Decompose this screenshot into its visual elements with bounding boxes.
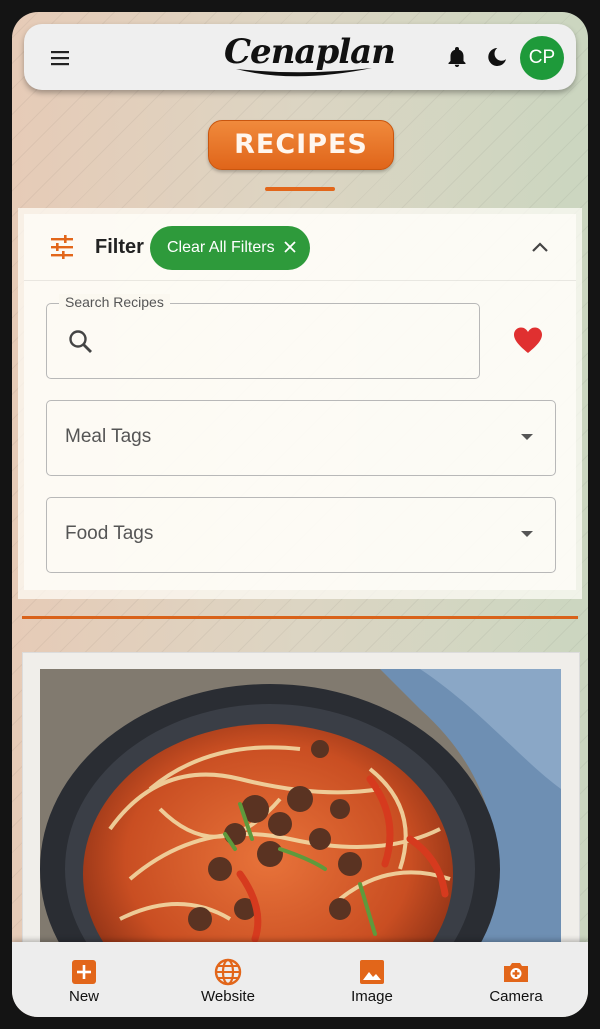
heart-icon[interactable] [513, 326, 543, 354]
meal-tags-label: Meal Tags [65, 426, 152, 447]
menu-icon[interactable] [48, 46, 72, 70]
recipe-photo[interactable] [40, 669, 561, 959]
moon-icon[interactable] [485, 45, 509, 69]
filter-panel-inner: Filter Clear All Filters Search Recipes [24, 214, 576, 590]
app-bar: Cenaplan CP [24, 24, 576, 90]
camera-icon [504, 963, 528, 982]
nav-new-label: New [68, 988, 99, 1005]
search-label: Search Recipes [59, 294, 170, 310]
tune-icon[interactable] [48, 233, 76, 261]
section-divider [22, 616, 578, 619]
bottom-nav: New Website Image Camera [12, 942, 588, 1017]
search-icon [69, 330, 92, 353]
nav-camera-label: Camera [489, 988, 543, 1005]
clear-all-filters-button[interactable]: Clear All Filters [150, 226, 310, 270]
filter-label[interactable]: Filter [95, 236, 144, 259]
nav-new[interactable]: New [29, 942, 139, 1017]
chevron-up-icon[interactable] [530, 237, 550, 257]
filter-panel: Filter Clear All Filters Search Recipes [18, 208, 582, 599]
nav-image[interactable]: Image [317, 942, 427, 1017]
avatar[interactable]: CP [520, 36, 564, 80]
food-tags-select[interactable]: Food Tags [46, 497, 556, 573]
recipe-card[interactable] [22, 652, 580, 959]
meal-tags-select[interactable]: Meal Tags [46, 400, 556, 476]
nav-image-label: Image [351, 988, 393, 1005]
brand-logo[interactable]: Cenaplan [224, 30, 396, 82]
plus-box-icon [72, 960, 96, 984]
app-screen: Cenaplan CP RECIPES Filter Clear All Fil… [12, 12, 588, 1017]
close-icon[interactable] [283, 240, 297, 254]
logo-swoosh [236, 68, 372, 77]
search-input[interactable]: Search Recipes [46, 294, 480, 379]
clear-all-filters-label: Clear All Filters [167, 239, 275, 256]
title-underline [265, 187, 335, 191]
bell-icon[interactable] [445, 45, 469, 69]
page-title: RECIPES [208, 120, 394, 170]
nav-camera[interactable]: Camera [461, 942, 571, 1017]
dropdown-arrow-icon [521, 434, 533, 440]
dropdown-arrow-icon [521, 531, 533, 537]
globe-icon [214, 958, 242, 986]
nav-website-label: Website [201, 988, 255, 1005]
food-tags-label: Food Tags [65, 523, 154, 544]
image-icon [360, 960, 384, 984]
nav-website[interactable]: Website [173, 942, 283, 1017]
filter-divider [24, 280, 576, 281]
